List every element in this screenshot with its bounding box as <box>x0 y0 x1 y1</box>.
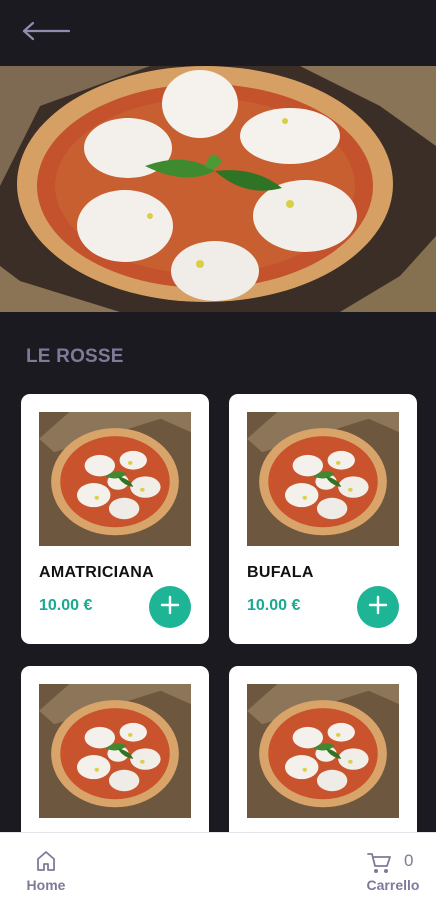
product-card[interactable]: AMATRICIANA 10.00 € <box>21 394 209 644</box>
product-name: AMATRICIANA <box>39 564 154 581</box>
product-card[interactable] <box>229 666 417 834</box>
top-bar <box>0 0 436 66</box>
nav-cart-label: Carrello <box>366 877 420 893</box>
bottom-navigation: Home 0 Carrello <box>0 832 436 900</box>
hero-image <box>0 66 436 312</box>
product-card[interactable]: BUFALA 10.00 € <box>229 394 417 644</box>
back-button[interactable] <box>18 16 74 50</box>
product-card[interactable] <box>21 666 209 834</box>
arrow-left-icon <box>21 21 71 46</box>
product-image <box>247 412 399 546</box>
plus-icon <box>368 595 388 620</box>
product-image <box>247 684 399 818</box>
product-price: 10.00 € <box>247 597 301 614</box>
product-grid: AMATRICIANA 10.00 € BUFALA 10.00 € <box>0 394 436 834</box>
cart-count: 0 <box>404 851 414 870</box>
nav-home-label: Home <box>26 877 66 893</box>
section-title: LE ROSSE <box>26 346 124 367</box>
plus-icon <box>160 595 180 620</box>
add-to-cart-button[interactable] <box>149 586 191 628</box>
product-image <box>39 684 191 818</box>
nav-home[interactable]: Home <box>16 847 76 897</box>
add-to-cart-button[interactable] <box>357 586 399 628</box>
product-price: 10.00 € <box>39 597 93 614</box>
cart-icon <box>366 851 392 880</box>
product-name: BUFALA <box>247 564 314 581</box>
product-image <box>39 412 191 546</box>
home-icon <box>35 849 57 878</box>
nav-cart[interactable]: 0 Carrello <box>356 847 430 897</box>
